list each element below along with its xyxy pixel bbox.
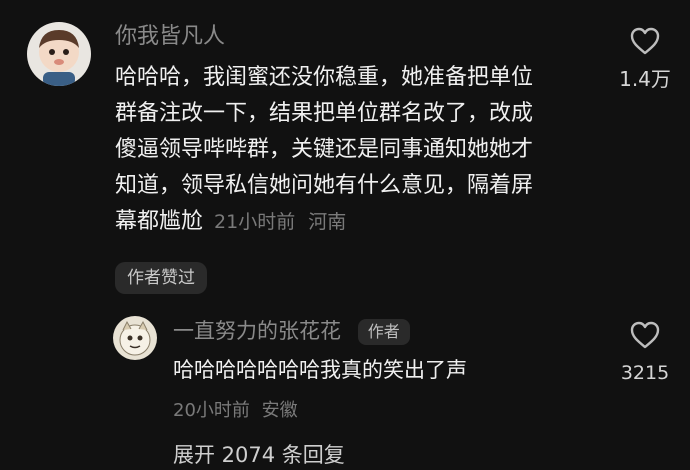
reply-text: 哈哈哈哈哈哈哈我真的笑出了声 (173, 358, 467, 382)
avatar[interactable] (27, 22, 91, 86)
comment-text-line: 哈哈哈，我闺蜜还没你稳重，她准备把单位 (115, 65, 534, 90)
author-liked-badge: 作者赞过 (115, 262, 207, 294)
comment-text-line: 群备注改一下，结果把单位群名改了，改成 (115, 101, 534, 126)
avatar[interactable] (113, 316, 157, 360)
reply-username[interactable]: 一直努力的张花花 (173, 319, 341, 343)
expand-replies-link[interactable]: 展开 2074 条回复 (173, 440, 345, 470)
reply-item: 一直努力的张花花 作者 哈哈哈哈哈哈哈我真的笑出了声 20小时前 安徽 3215… (0, 300, 690, 467)
reply-like-count: 3215 (620, 362, 670, 384)
comment-text-last-line: 幕都尴尬 21小时前 河南 (115, 204, 605, 240)
heart-outline-icon (605, 26, 685, 56)
comment-text-line: 知道，领导私信她问她有什么意见，隔着屏 (115, 173, 534, 198)
reply-meta: 20小时前 安徽 (173, 398, 298, 424)
comment-like-count: 1.4万 (619, 67, 671, 91)
reply-username-row: 一直努力的张花花 作者 (173, 316, 410, 346)
avatar-image (113, 316, 157, 360)
comment-location: 河南 (308, 211, 347, 233)
comment-text-line: 傻逼领导哔哔群，关键还是同事通知她她才 (115, 137, 534, 162)
author-badge: 作者 (357, 319, 410, 345)
comment-username[interactable]: 你我皆凡人 (115, 22, 225, 52)
avatar-image (27, 22, 91, 86)
heart-outline-icon (605, 320, 685, 350)
reply-location: 安徽 (261, 400, 298, 421)
reply-like-button[interactable]: 3215 (605, 320, 685, 386)
reply-time: 20小时前 (173, 400, 250, 421)
comment-text-line: 幕都尴尬 (115, 209, 204, 234)
comment-time: 21小时前 (214, 211, 296, 233)
comment-like-button[interactable]: 1.4万 (605, 26, 685, 92)
comment-item: 你我皆凡人 哈哈哈，我闺蜜还没你稳重，她准备把单位 群备注改一下，结果把单位群名… (0, 0, 690, 300)
comment-text: 哈哈哈，我闺蜜还没你稳重，她准备把单位 群备注改一下，结果把单位群名改了，改成 … (115, 60, 605, 240)
